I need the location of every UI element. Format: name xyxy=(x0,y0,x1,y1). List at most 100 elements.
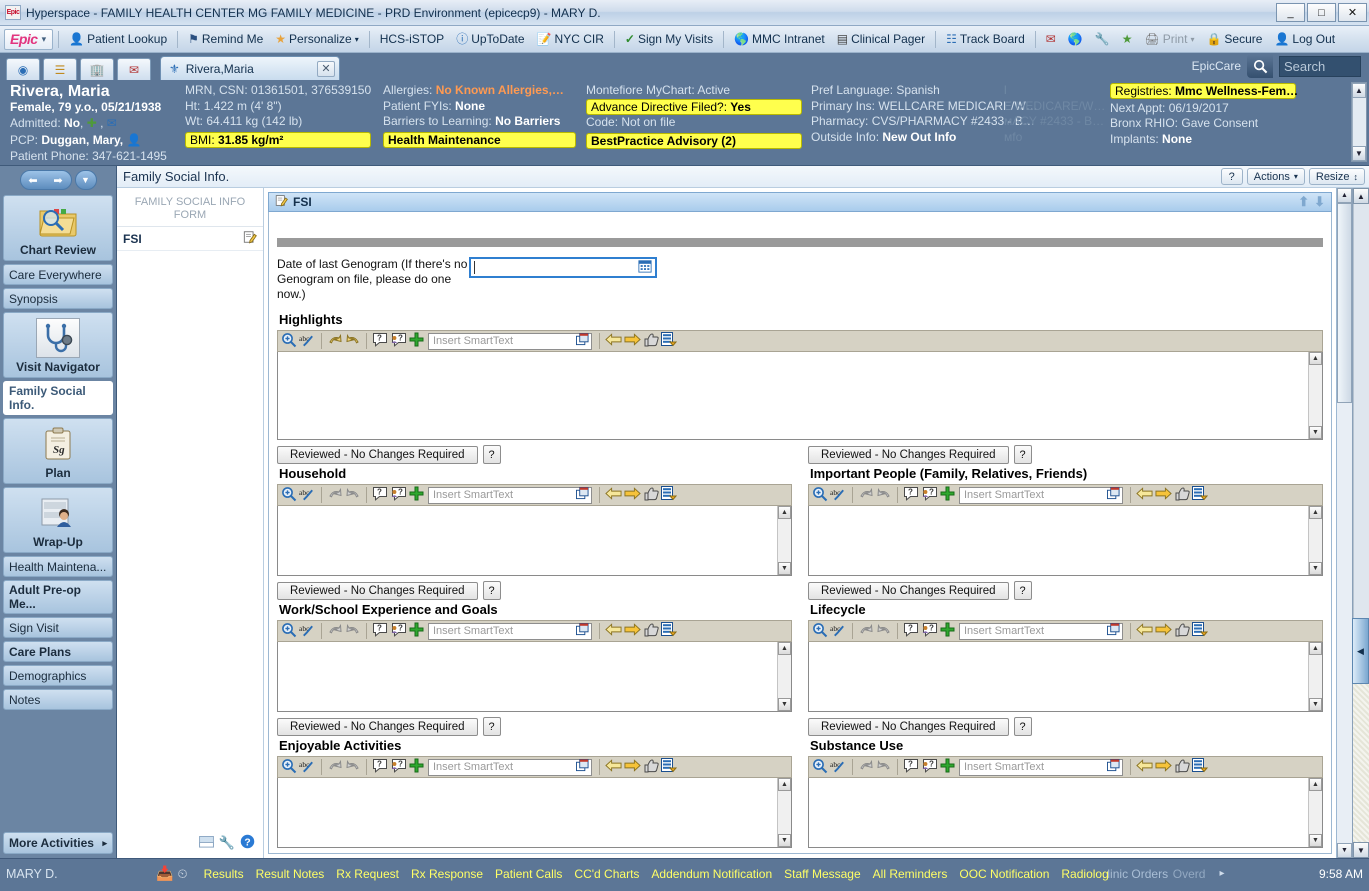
search-icon[interactable] xyxy=(1247,54,1273,78)
web-button[interactable]: 🌎 xyxy=(1063,31,1088,47)
clock-icon[interactable]: ⏲ xyxy=(177,866,197,882)
smartphrase-icon[interactable]: ? xyxy=(903,486,919,504)
fsi-scrollbar[interactable]: ▲ ▼ xyxy=(1336,188,1352,858)
thumb-icon[interactable] xyxy=(643,332,659,350)
zoom-in-icon[interactable] xyxy=(812,486,828,505)
inbasket-red-icon[interactable]: 📥 xyxy=(156,865,177,882)
next-arrow-icon[interactable] xyxy=(624,487,641,503)
spellcheck-icon[interactable]: abc xyxy=(299,758,316,777)
sidebar-item-health-maintenance[interactable]: Health Maintena... xyxy=(3,556,113,577)
prev-arrow-icon[interactable] xyxy=(1136,487,1153,503)
sidebar-item-notes[interactable]: Notes xyxy=(3,689,113,710)
smarttext-picker-icon[interactable] xyxy=(576,759,589,775)
substance-use-textarea[interactable]: ▲ ▼ xyxy=(808,778,1323,848)
form-index-item-fsi[interactable]: FSI xyxy=(117,227,263,251)
log-out-button[interactable]: 👤 Log Out xyxy=(1269,30,1340,48)
sidebar-item-visit-navigator[interactable]: Visit Navigator xyxy=(3,312,113,378)
smartphrase-icon[interactable]: ? xyxy=(903,622,919,640)
zoom-in-icon[interactable] xyxy=(812,622,828,641)
next-arrow-icon[interactable] xyxy=(1155,487,1172,503)
smarttext-picker-icon[interactable] xyxy=(576,487,589,503)
undo-icon[interactable] xyxy=(327,759,343,776)
scroll-down-icon[interactable]: ▼ xyxy=(1309,426,1322,439)
scroll-up-icon[interactable]: ▲ xyxy=(1337,188,1352,203)
thumb-icon[interactable] xyxy=(1174,486,1190,504)
next-arrow-icon[interactable] xyxy=(1155,623,1172,639)
add-plus-icon[interactable] xyxy=(409,622,424,640)
thumb-icon[interactable] xyxy=(643,622,659,640)
zoom-in-icon[interactable] xyxy=(281,332,297,351)
mail-tab[interactable]: ✉ xyxy=(117,58,151,80)
close-icon[interactable]: ✕ xyxy=(317,60,335,77)
redo-icon[interactable] xyxy=(345,759,361,776)
back-arrow-icon[interactable]: ⬅ xyxy=(28,174,37,187)
search-input[interactable]: Search xyxy=(1279,55,1361,77)
status-link-addendum-notification[interactable]: Addendum Notification xyxy=(645,867,778,881)
textarea-content[interactable] xyxy=(809,506,1308,575)
status-link-rx-response[interactable]: Rx Response xyxy=(405,867,489,881)
sidebar-item-family-social-info[interactable]: Family Social Info. xyxy=(3,381,113,415)
smarttext-picker-icon[interactable] xyxy=(576,623,589,639)
prev-arrow-icon[interactable] xyxy=(605,487,622,503)
smartphrase-icon[interactable]: ? xyxy=(372,486,388,504)
more-activities-button[interactable]: More Activities ▸ xyxy=(3,832,113,854)
sidebar-item-care-everywhere[interactable]: Care Everywhere xyxy=(3,264,113,285)
menu-item-clinical-pager[interactable]: ▤ Clinical Pager xyxy=(832,30,930,48)
template-icon[interactable] xyxy=(1192,622,1209,640)
highlights-textarea[interactable]: ▲ ▼ xyxy=(277,352,1323,440)
scroll-up-icon[interactable]: ▲ xyxy=(778,506,791,519)
textarea-scrollbar[interactable]: ▲ ▼ xyxy=(1308,352,1322,439)
zoom-in-icon[interactable] xyxy=(281,486,297,505)
status-link-results[interactable]: Results xyxy=(198,867,250,881)
sidebar-item-care-plans[interactable]: Care Plans xyxy=(3,641,113,662)
status-link-radiology[interactable]: Radiolog linic Orders xyxy=(1055,867,1168,881)
enjoyable-activities-textarea[interactable]: ▲ ▼ xyxy=(277,778,792,848)
chevron-right-icon[interactable]: ▸ xyxy=(1211,868,1232,879)
zoom-in-icon[interactable] xyxy=(812,758,828,777)
smartlink-icon[interactable]: ? xyxy=(390,758,407,776)
scroll-up-icon[interactable]: ▲ xyxy=(1309,352,1322,365)
menu-item-personalize[interactable]: ★ Personalize ▾ xyxy=(270,30,363,48)
inbasket-tab[interactable]: ☰ xyxy=(43,58,77,80)
sidebar-item-chart-review[interactable]: Chart Review xyxy=(3,195,113,261)
add-plus-icon[interactable] xyxy=(940,758,955,776)
zoom-in-icon[interactable] xyxy=(281,622,297,641)
maximize-button[interactable]: □ xyxy=(1307,3,1336,22)
scroll-up-icon[interactable]: ▲ xyxy=(1309,506,1322,519)
help-button[interactable]: ? xyxy=(482,445,501,464)
textarea-content[interactable] xyxy=(809,642,1308,711)
template-icon[interactable] xyxy=(661,486,678,504)
zoom-in-icon[interactable] xyxy=(281,758,297,777)
arrow-up-icon[interactable]: ⬆ xyxy=(1298,194,1309,210)
status-link-all-reminders[interactable]: All Reminders xyxy=(867,867,954,881)
prev-arrow-icon[interactable] xyxy=(605,333,622,349)
sidebar-item-sign-visit[interactable]: Sign Visit xyxy=(3,617,113,638)
scroll-up-icon[interactable]: ▲ xyxy=(778,642,791,655)
template-icon[interactable] xyxy=(661,622,678,640)
schedule-tab[interactable]: ◉ xyxy=(6,58,40,80)
next-arrow-icon[interactable] xyxy=(624,759,641,775)
spellcheck-icon[interactable]: abc xyxy=(299,486,316,505)
tools-button[interactable]: 🔧 xyxy=(1090,31,1115,47)
patient-tab-rivera-maria[interactable]: ⚜ Rivera,Maria ✕ xyxy=(160,56,340,80)
scroll-up-icon[interactable]: ▲ xyxy=(778,778,791,791)
prev-arrow-icon[interactable] xyxy=(605,759,622,775)
help-button[interactable]: ? xyxy=(1013,717,1032,736)
reviewed-button[interactable]: Reviewed - No Changes Required xyxy=(808,581,1009,600)
menu-item-remind-me[interactable]: ⚑ Remind Me xyxy=(183,30,268,48)
patient-header-scrollbar[interactable]: ▲ ▼ xyxy=(1351,82,1367,162)
next-arrow-icon[interactable] xyxy=(624,333,641,349)
minimize-button[interactable]: _ xyxy=(1276,3,1305,22)
scroll-grip-handle[interactable]: ◀ xyxy=(1352,618,1369,684)
template-icon[interactable] xyxy=(1192,486,1209,504)
back-forward-buttons[interactable]: ⬅ ➡ xyxy=(19,170,72,190)
reviewed-button[interactable]: Reviewed - No Changes Required xyxy=(277,581,478,600)
scroll-down-icon[interactable]: ▼ xyxy=(1353,842,1369,858)
add-plus-icon[interactable] xyxy=(940,622,955,640)
help-button[interactable]: ? xyxy=(482,717,501,736)
smarttext-input[interactable]: Insert SmartText xyxy=(959,758,1123,776)
add-plus-icon[interactable] xyxy=(409,486,424,504)
add-plus-icon[interactable] xyxy=(940,486,955,504)
calendar-icon[interactable] xyxy=(638,259,652,276)
smarttext-input[interactable]: Insert SmartText xyxy=(959,486,1123,504)
